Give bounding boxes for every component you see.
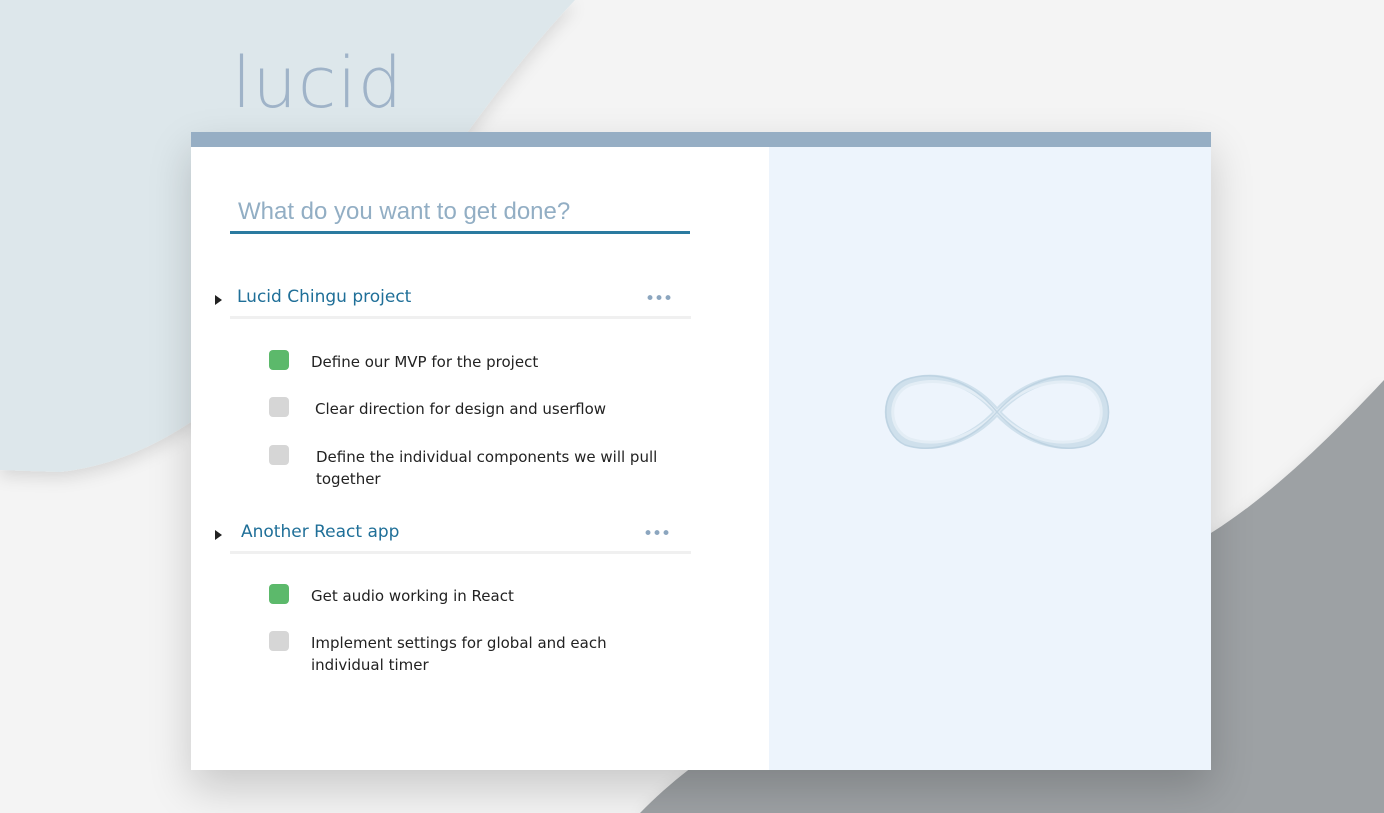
task-checkbox[interactable] [269, 631, 289, 651]
todo-pane: Lucid Chingu project ••• Define our MVP … [191, 147, 769, 770]
task-label: Get audio working in React [311, 587, 514, 605]
more-dots-icon[interactable]: ••• [645, 289, 673, 309]
task-label: Implement settings for global and each i… [311, 634, 607, 674]
task-label: Define the individual components we will… [316, 448, 658, 488]
infinity-icon [884, 374, 1110, 449]
project-header[interactable]: Another React app ••• [215, 522, 691, 558]
project-title[interactable]: Another React app [241, 522, 399, 542]
card-header-bar [191, 132, 1211, 147]
new-task-input[interactable] [230, 192, 690, 234]
task-label: Clear direction for design and userflow [315, 400, 607, 418]
more-dots-icon[interactable]: ••• [643, 524, 671, 544]
task-checkbox[interactable] [269, 397, 289, 417]
task-checkbox[interactable] [269, 584, 289, 604]
project-title[interactable]: Lucid Chingu project [237, 287, 411, 307]
main-card: Lucid Chingu project ••• Define our MVP … [191, 132, 1211, 770]
project-header[interactable]: Lucid Chingu project ••• [215, 287, 691, 323]
task-checkbox[interactable] [269, 350, 289, 370]
caret-right-icon[interactable] [215, 530, 222, 540]
task-checkbox[interactable] [269, 445, 289, 465]
app-logo: lucid [232, 42, 404, 124]
task-label: Define our MVP for the project [311, 353, 539, 371]
project-divider [230, 316, 691, 319]
caret-right-icon[interactable] [215, 295, 222, 305]
illustration-pane [769, 147, 1211, 770]
project-divider [230, 551, 691, 554]
